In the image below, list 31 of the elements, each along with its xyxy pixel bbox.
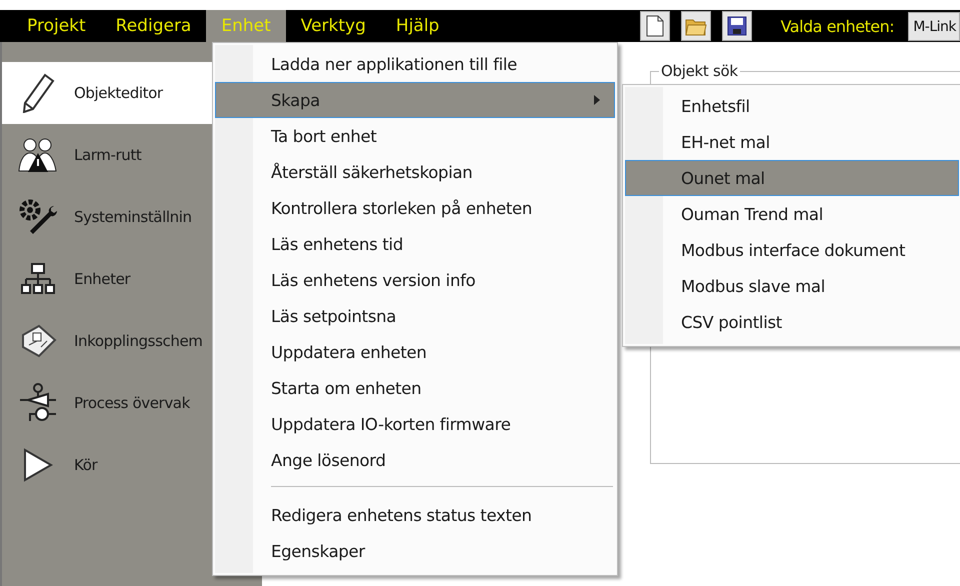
people-warning-icon (18, 137, 58, 173)
device-label: Valda enheten: (780, 16, 894, 38)
new-document-icon (646, 15, 664, 37)
menu-item[interactable]: CSV pointlist (625, 304, 959, 340)
pencil-icon (21, 73, 55, 113)
save-button[interactable] (722, 11, 752, 41)
menu-item[interactable]: Redigera enhetens status texten (215, 497, 615, 533)
gear-wrench-icon (18, 198, 58, 236)
play-icon (23, 448, 53, 482)
menu-item[interactable]: Skapa (215, 82, 615, 118)
menu-item[interactable]: Enhetsfil (625, 88, 959, 124)
menu-item[interactable]: EH-net mal (625, 124, 959, 160)
new-button[interactable] (640, 11, 670, 41)
menu-item[interactable]: Redigera (100, 10, 206, 42)
network-icon (21, 262, 55, 296)
circuit-board-icon (19, 323, 57, 359)
valve-pump-icon (18, 383, 58, 423)
groupbox-title: Objekt sök (660, 62, 739, 80)
menu-item[interactable]: Ouman Trend mal (625, 196, 959, 232)
menu-item[interactable]: Modbus interface dokument (625, 232, 959, 268)
device-dropdown[interactable]: M-Link (908, 12, 960, 41)
open-button[interactable] (680, 11, 711, 41)
submenu-arrow-icon (594, 95, 600, 105)
menu-item[interactable]: Verktyg (286, 10, 381, 42)
save-icon (726, 16, 747, 36)
menu-item[interactable]: Egenskaper (215, 533, 615, 569)
menu-item[interactable]: Projekt (12, 10, 101, 42)
menu-item[interactable]: Modbus slave mal (625, 268, 959, 304)
menu-item[interactable]: Hjälp (380, 10, 454, 42)
menu-item[interactable]: Ounet mal (625, 160, 959, 196)
menu-item[interactable]: Uppdatera enheten (215, 334, 615, 370)
